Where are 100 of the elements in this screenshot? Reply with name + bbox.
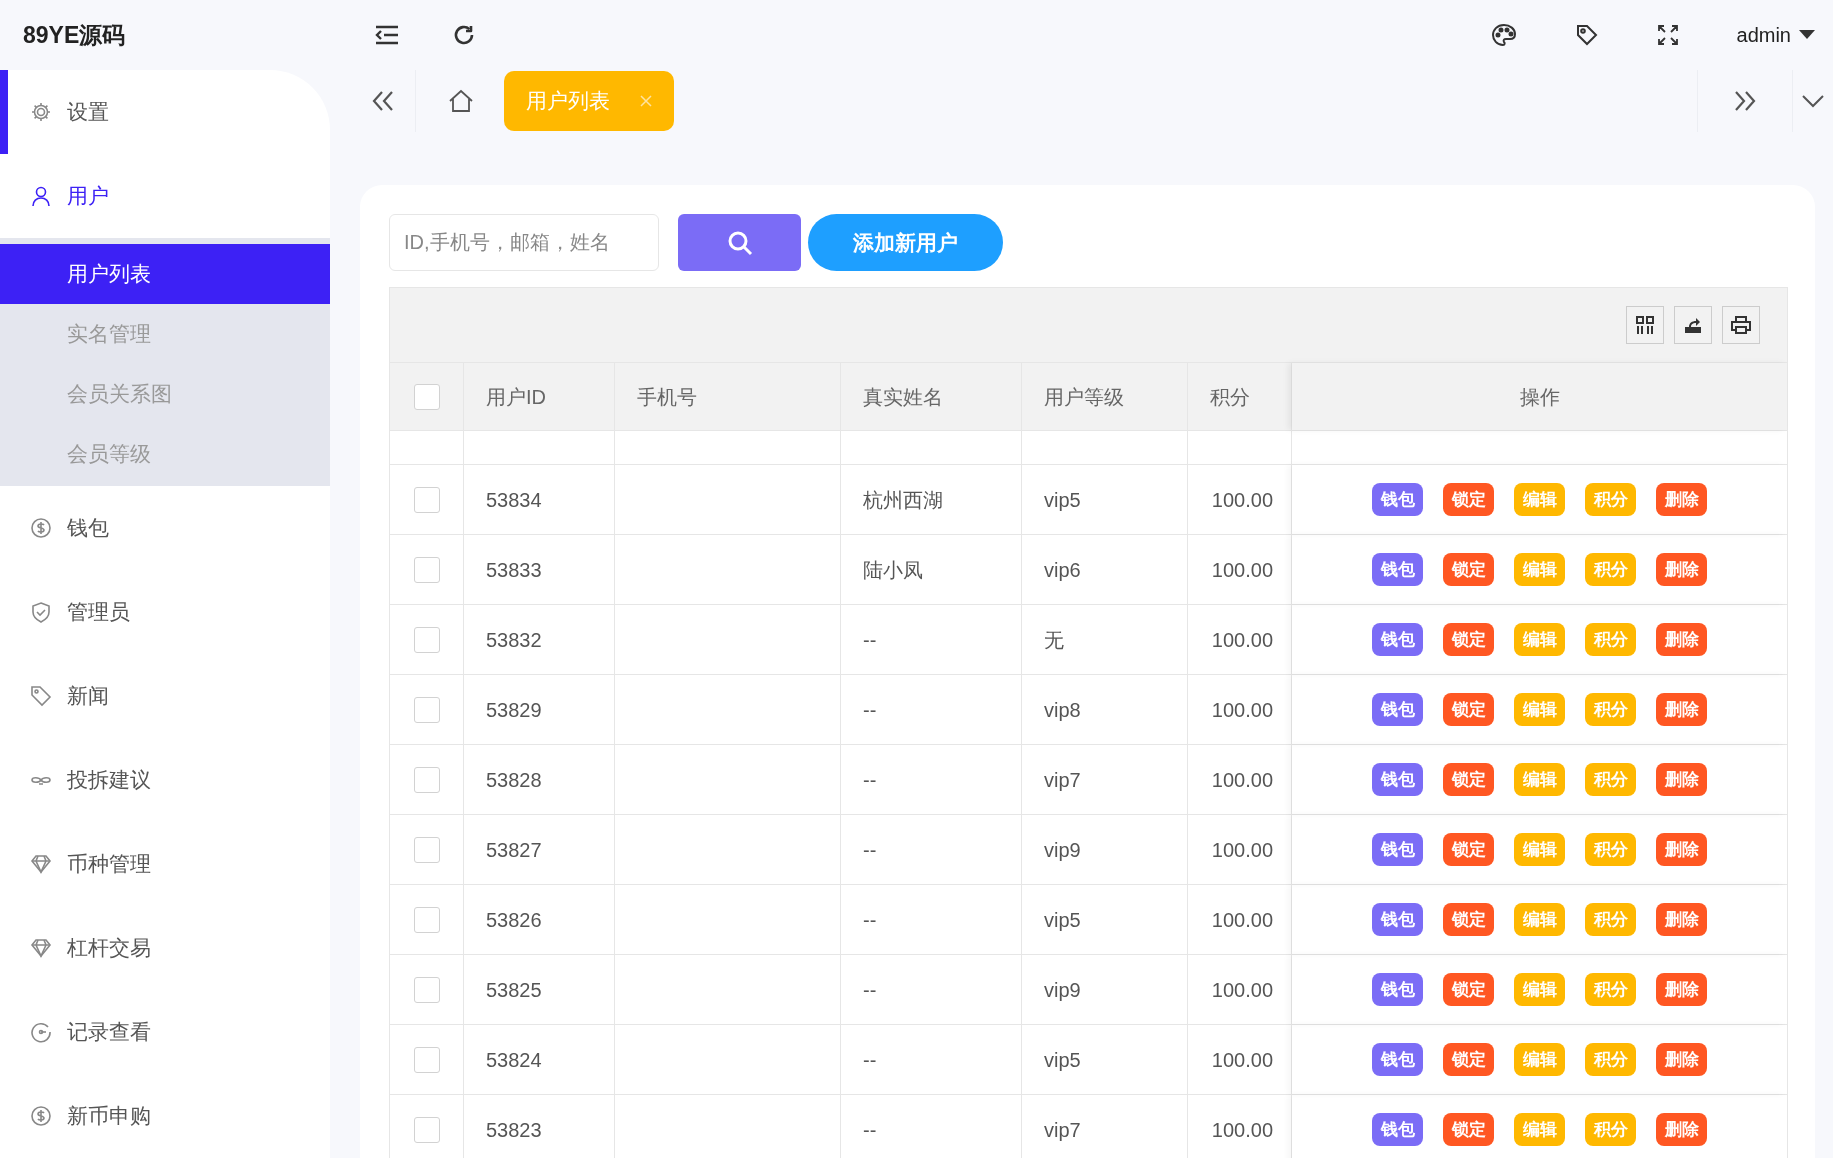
search-button[interactable] (678, 214, 801, 271)
action-button[interactable]: 删除 (1656, 833, 1707, 866)
action-button[interactable]: 编辑 (1514, 833, 1565, 866)
table-cell-text: 100.00 (1211, 487, 1273, 513)
action-button[interactable]: 编辑 (1514, 903, 1565, 936)
checkbox[interactable] (413, 626, 440, 653)
table-cell-text: 53827 (486, 837, 542, 863)
action-button[interactable]: 锁定 (1443, 693, 1494, 726)
action-button[interactable]: 积分 (1585, 1043, 1636, 1076)
sidebar-item[interactable]: 币种管理 (0, 822, 330, 906)
add-user-button[interactable]: 添加新用户 (808, 214, 1003, 271)
action-button[interactable]: 删除 (1656, 693, 1707, 726)
export-icon[interactable] (1674, 306, 1712, 344)
print-icon[interactable] (1722, 306, 1760, 344)
action-button[interactable]: 锁定 (1443, 483, 1494, 516)
submenu-item[interactable]: 会员等级 (0, 424, 330, 484)
action-button[interactable]: 删除 (1656, 553, 1707, 586)
action-button[interactable]: 钱包 (1372, 903, 1423, 936)
action-button[interactable]: 钱包 (1372, 623, 1423, 656)
sidebar-item[interactable]: 投拆建议 (0, 738, 330, 822)
action-button[interactable]: 钱包 (1372, 553, 1423, 586)
table-cell-text: -- (863, 767, 877, 793)
action-button[interactable]: 钱包 (1372, 1043, 1423, 1076)
action-button[interactable]: 锁定 (1443, 1113, 1494, 1146)
action-button[interactable]: 钱包 (1372, 833, 1423, 866)
checkbox[interactable] (413, 556, 440, 583)
action-button[interactable]: 编辑 (1514, 693, 1565, 726)
menu-collapse-icon[interactable] (374, 24, 400, 46)
palette-icon[interactable] (1490, 23, 1517, 47)
checkbox[interactable] (413, 383, 440, 410)
columns-icon[interactable] (1626, 306, 1664, 344)
action-button[interactable]: 删除 (1656, 1043, 1707, 1076)
action-button[interactable]: 积分 (1585, 763, 1636, 796)
action-button[interactable]: 锁定 (1443, 623, 1494, 656)
action-button[interactable]: 钱包 (1372, 483, 1423, 516)
action-button[interactable]: 积分 (1585, 833, 1636, 866)
action-button[interactable]: 锁定 (1443, 903, 1494, 936)
action-button[interactable]: 编辑 (1514, 1113, 1565, 1146)
action-button[interactable]: 删除 (1656, 903, 1707, 936)
action-button[interactable]: 钱包 (1372, 1113, 1423, 1146)
page-tab[interactable]: 用户列表 (504, 71, 674, 131)
action-button[interactable]: 编辑 (1514, 763, 1565, 796)
sidebar-item[interactable]: 钱包 (0, 486, 330, 570)
action-button[interactable]: 编辑 (1514, 553, 1565, 586)
action-button[interactable]: 积分 (1585, 623, 1636, 656)
scroll-left-icon[interactable] (371, 90, 395, 112)
checkbox[interactable] (413, 976, 440, 1003)
checkbox[interactable] (413, 906, 440, 933)
table-cell-text: 100.00 (1211, 767, 1273, 793)
fullscreen-icon[interactable] (1656, 24, 1679, 46)
action-button[interactable]: 锁定 (1443, 1043, 1494, 1076)
action-button[interactable]: 积分 (1585, 553, 1636, 586)
action-button[interactable]: 积分 (1585, 483, 1636, 516)
search-field[interactable]: ID,手机号，邮箱，姓名 (389, 214, 659, 271)
checkbox[interactable] (413, 1046, 440, 1073)
action-button[interactable]: 删除 (1656, 973, 1707, 1006)
action-button[interactable]: 钱包 (1372, 763, 1423, 796)
checkbox[interactable] (413, 486, 440, 513)
action-button[interactable]: 积分 (1585, 1113, 1636, 1146)
sidebar-item[interactable]: 新闻 (0, 654, 330, 738)
action-button[interactable]: 钱包 (1372, 973, 1423, 1006)
checkbox[interactable] (413, 836, 440, 863)
sidebar-item[interactable]: 管理员 (0, 570, 330, 654)
sidebar-item[interactable]: 设置 (0, 70, 330, 154)
table-cell-text: 100.00 (1211, 977, 1273, 1003)
checkbox[interactable] (413, 766, 440, 793)
checkbox[interactable] (413, 1116, 440, 1143)
table-cell-text: 53823 (486, 1117, 542, 1143)
submenu-item[interactable]: 会员关系图 (0, 364, 330, 424)
sidebar-item[interactable]: 杠杆交易 (0, 906, 330, 990)
action-button[interactable]: 删除 (1656, 763, 1707, 796)
column-header: 用户等级 (1044, 384, 1124, 410)
action-button[interactable]: 积分 (1585, 973, 1636, 1006)
action-button[interactable]: 积分 (1585, 693, 1636, 726)
scroll-right-icon[interactable] (1733, 90, 1757, 112)
refresh-icon[interactable] (452, 23, 476, 47)
home-icon[interactable] (448, 89, 474, 113)
action-button[interactable]: 锁定 (1443, 553, 1494, 586)
user-menu[interactable]: admin (1736, 20, 1815, 50)
action-button[interactable]: 锁定 (1443, 833, 1494, 866)
sidebar-item[interactable]: 记录查看 (0, 990, 330, 1074)
chevron-down-icon[interactable] (1801, 94, 1825, 108)
action-button[interactable]: 锁定 (1443, 763, 1494, 796)
action-button[interactable]: 删除 (1656, 1113, 1707, 1146)
submenu-item[interactable]: 用户列表 (0, 244, 330, 304)
checkbox[interactable] (413, 696, 440, 723)
gear-icon (30, 101, 52, 123)
action-button[interactable]: 锁定 (1443, 973, 1494, 1006)
action-button[interactable]: 编辑 (1514, 623, 1565, 656)
action-button[interactable]: 删除 (1656, 623, 1707, 656)
action-button[interactable]: 编辑 (1514, 973, 1565, 1006)
tag-icon[interactable] (1574, 23, 1599, 47)
action-button[interactable]: 删除 (1656, 483, 1707, 516)
action-button[interactable]: 编辑 (1514, 1043, 1565, 1076)
action-button[interactable]: 钱包 (1372, 693, 1423, 726)
sidebar-item[interactable]: 用户 (0, 154, 330, 238)
submenu-item[interactable]: 实名管理 (0, 304, 330, 364)
action-button[interactable]: 编辑 (1514, 483, 1565, 516)
action-button[interactable]: 积分 (1585, 903, 1636, 936)
sidebar-item[interactable]: 新币申购 (0, 1074, 330, 1158)
